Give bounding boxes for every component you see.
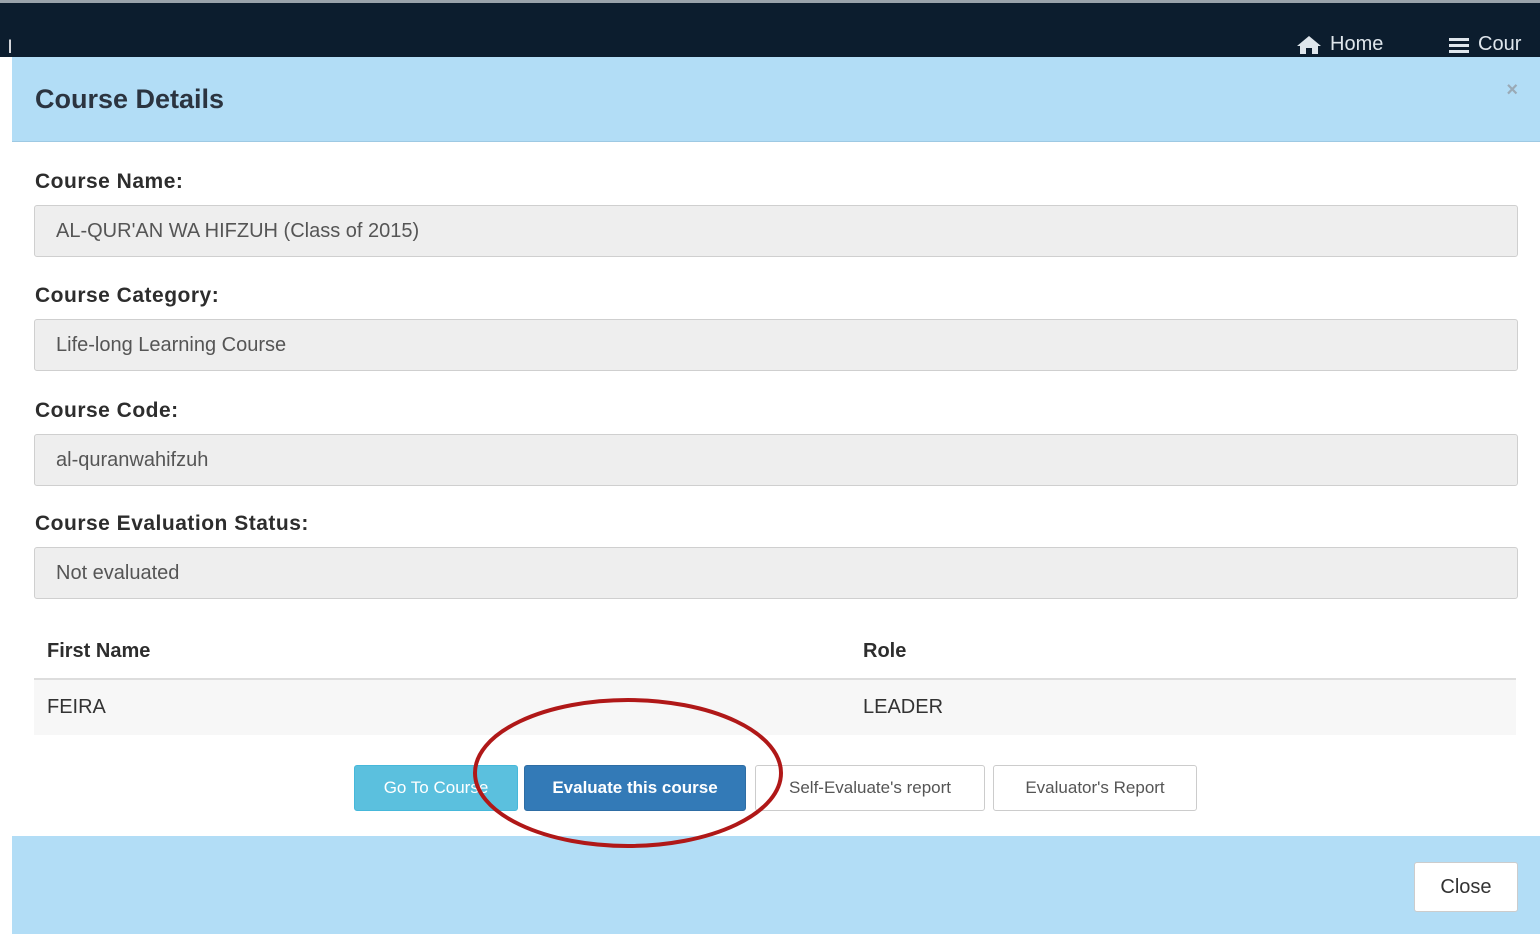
nav-courses-label: Cour [1478, 33, 1522, 55]
course-code-label: Course Code: [35, 399, 179, 422]
evaluator-report-button[interactable]: Evaluator's Report [993, 765, 1197, 811]
course-category-label: Course Category: [35, 284, 220, 307]
cell-role: LEADER [863, 696, 944, 718]
close-button[interactable]: Close [1414, 862, 1518, 912]
nav-home-label: Home [1330, 33, 1384, 55]
course-category-field[interactable]: Life-long Learning Course [34, 319, 1518, 371]
members-table-header: First Name Role [34, 628, 1516, 680]
top-navbar: l Home Cour [0, 0, 1540, 57]
navbar-brand-fragment: l [8, 37, 12, 57]
nav-courses-link[interactable]: Cour [1448, 33, 1521, 56]
column-header-role: Role [863, 640, 907, 662]
table-row: FEIRA LEADER [34, 680, 1516, 735]
cell-first-name: FEIRA [47, 696, 106, 718]
modal-footer: Close [12, 836, 1540, 934]
course-evaluation-status-field[interactable]: Not evaluated [34, 547, 1518, 599]
evaluate-course-button[interactable]: Evaluate this course [524, 765, 746, 811]
modal-close-icon[interactable]: × [1506, 79, 1518, 102]
course-code-field[interactable]: al-quranwahifzuh [34, 434, 1518, 486]
modal-header: Course Details × [12, 57, 1540, 142]
course-name-field[interactable]: AL-QUR'AN WA HIFZUH (Class of 2015) [34, 205, 1518, 257]
course-name-label: Course Name: [35, 170, 184, 193]
self-evaluate-report-button[interactable]: Self-Evaluate's report [755, 765, 985, 811]
list-icon [1449, 37, 1469, 53]
go-to-course-button[interactable]: Go To Course [354, 765, 518, 811]
course-evaluation-status-label: Course Evaluation Status: [35, 512, 309, 535]
home-icon [1297, 35, 1321, 54]
modal-body: Course Name: AL-QUR'AN WA HIFZUH (Class … [12, 142, 1540, 836]
column-header-first-name: First Name [47, 640, 151, 662]
modal-title: Course Details [35, 84, 225, 114]
nav-home-link[interactable]: Home [1296, 33, 1383, 56]
